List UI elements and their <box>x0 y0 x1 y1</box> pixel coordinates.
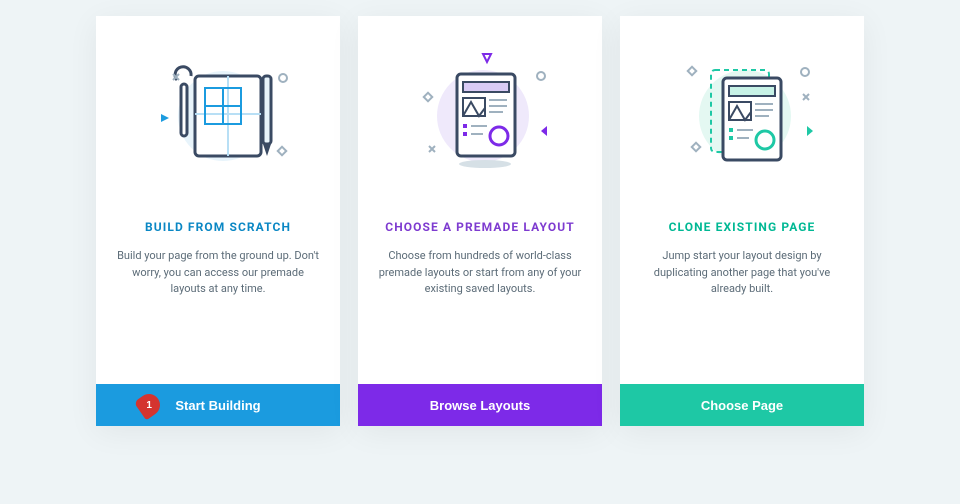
step-marker-icon: 1 <box>134 390 165 421</box>
button-label: Choose Page <box>701 398 783 413</box>
illustration-clone <box>620 16 864 206</box>
start-building-button[interactable]: 1 Start Building <box>96 384 340 426</box>
choose-page-button[interactable]: Choose Page <box>620 384 864 426</box>
browse-layouts-button[interactable]: Browse Layouts <box>358 384 602 426</box>
card-description: Jump start your layout design by duplica… <box>620 248 864 318</box>
illustration-build <box>96 16 340 206</box>
illustration-premade <box>358 16 602 206</box>
card-title: CLONE EXISTING PAGE <box>669 220 816 234</box>
card-description: Build your page from the ground up. Don'… <box>96 248 340 318</box>
card-build-from-scratch: BUILD FROM SCRATCH Build your page from … <box>96 16 340 426</box>
button-label: Browse Layouts <box>430 398 530 413</box>
button-label: Start Building <box>175 398 260 413</box>
card-title: CHOOSE A PREMADE LAYOUT <box>385 220 575 234</box>
card-premade-layout: CHOOSE A PREMADE LAYOUT Choose from hund… <box>358 16 602 426</box>
option-cards-row: BUILD FROM SCRATCH Build your page from … <box>96 16 864 426</box>
card-description: Choose from hundreds of world-class prem… <box>358 248 602 318</box>
card-clone-page: CLONE EXISTING PAGE Jump start your layo… <box>620 16 864 426</box>
card-title: BUILD FROM SCRATCH <box>145 220 291 234</box>
